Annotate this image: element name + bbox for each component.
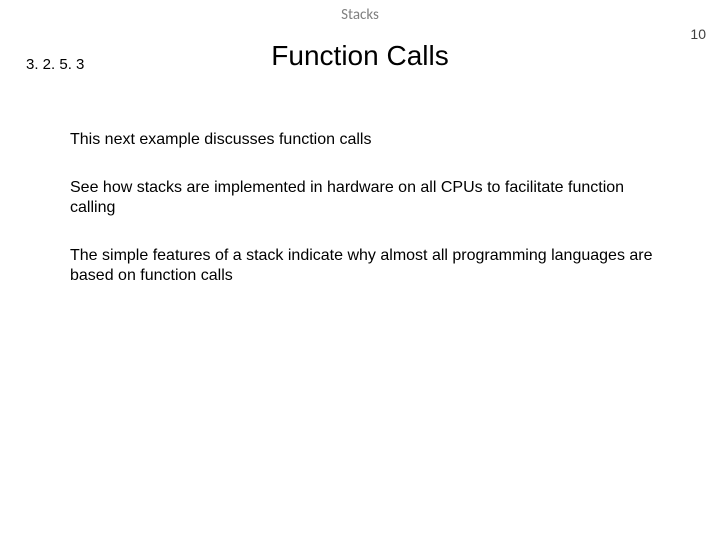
body-paragraph: See how stacks are implemented in hardwa… — [70, 178, 660, 218]
body-paragraph: This next example discusses function cal… — [70, 130, 660, 150]
slide: Stacks 10 3. 2. 5. 3 Function Calls This… — [0, 0, 720, 540]
slide-body: This next example discusses function cal… — [70, 130, 660, 314]
body-paragraph: The simple features of a stack indicate … — [70, 246, 660, 286]
slide-topic: Stacks — [0, 6, 720, 24]
slide-title: Function Calls — [0, 40, 720, 72]
